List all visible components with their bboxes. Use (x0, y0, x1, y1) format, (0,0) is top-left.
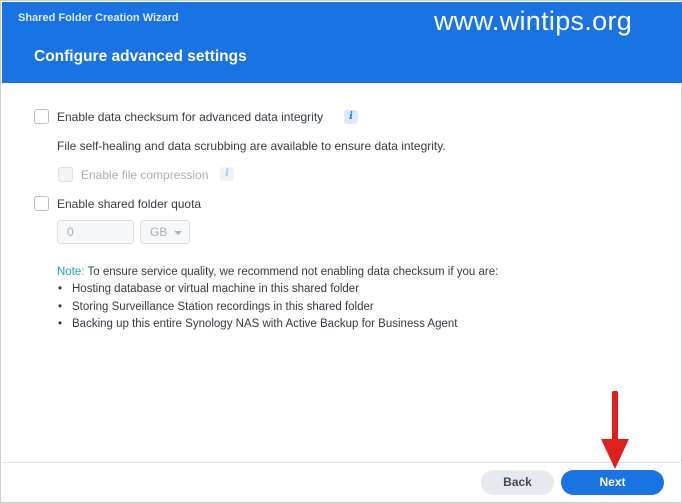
quota-checkbox[interactable] (34, 196, 49, 211)
checksum-label[interactable]: Enable data checksum for advanced data i… (57, 110, 323, 124)
annotation-arrow-icon (601, 391, 629, 469)
list-item: • Backing up this entire Synology NAS wit… (57, 318, 457, 336)
info-icon: i (220, 167, 234, 181)
note-text: To ensure service quality, we recommend … (87, 266, 499, 278)
note: Note: To ensure service quality, we reco… (57, 266, 498, 278)
note-list: • Hosting database or virtual machine in … (57, 283, 457, 336)
watermark: www.wintips.org (434, 6, 633, 36)
bullet: • (58, 318, 63, 330)
chevron-down-icon (174, 231, 182, 235)
list-item-text: Hosting database or virtual machine in t… (72, 283, 360, 295)
quota-label[interactable]: Enable shared folder quota (57, 197, 201, 211)
quota-unit-value: GB (150, 225, 168, 239)
info-icon[interactable]: i (344, 110, 358, 124)
bullet: • (58, 300, 63, 313)
quota-unit-select: GB (140, 220, 190, 244)
checksum-checkbox[interactable] (34, 109, 49, 124)
compression-label: Enable file compression (81, 168, 209, 182)
note-label: Note: (57, 266, 85, 278)
next-button[interactable]: Next (561, 470, 664, 495)
quota-size-input: 0 (57, 220, 134, 244)
footer-divider (2, 462, 682, 463)
compression-checkbox (58, 167, 73, 182)
bullet: • (58, 283, 63, 295)
page-heading: Configure advanced settings (34, 48, 247, 65)
list-item: • Storing Surveillance Station recordings… (57, 301, 457, 319)
list-item-text: Backing up this entire Synology NAS with… (72, 318, 458, 330)
wizard-title: Shared Folder Creation Wizard (18, 12, 179, 24)
back-button[interactable]: Back (481, 470, 554, 495)
wizard-header: Shared Folder Creation Wizard Configure … (2, 2, 682, 83)
checksum-description: File self-healing and data scrubbing are… (57, 139, 446, 153)
wizard-window: Shared Folder Creation Wizard Configure … (0, 0, 682, 503)
list-item-text: Storing Surveillance Station recordings … (72, 300, 374, 313)
list-item: • Hosting database or virtual machine in … (57, 283, 457, 301)
